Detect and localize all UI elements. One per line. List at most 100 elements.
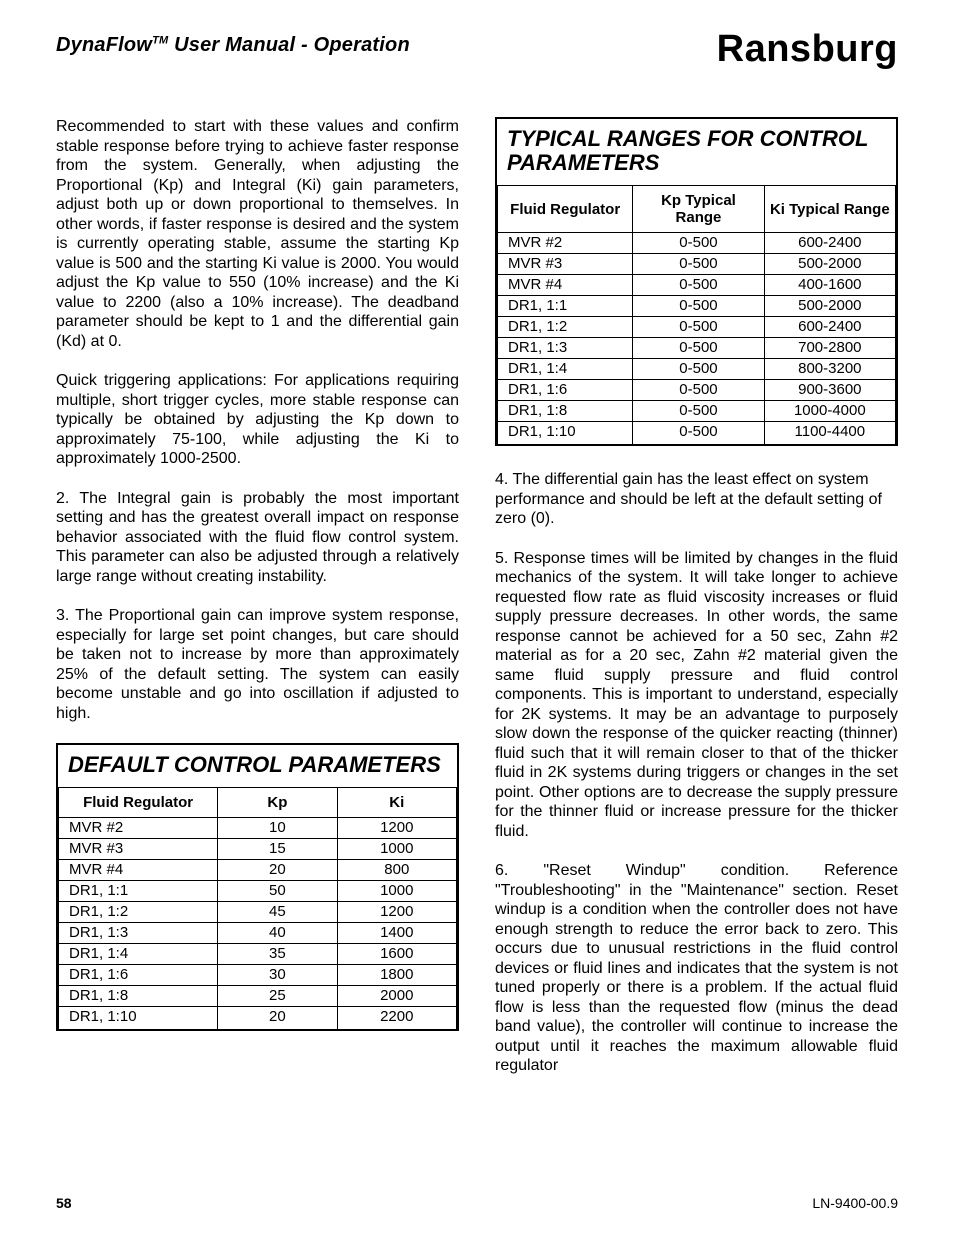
table-cell: 0-500 [633, 380, 764, 401]
page-footer: 58 LN-9400-00.9 [56, 1195, 898, 1211]
paragraph: 3. The Proportional gain can improve sys… [56, 606, 459, 723]
table-cell: 2200 [337, 1007, 456, 1030]
table-row: DR1, 1:80-5001000-4000 [498, 401, 896, 422]
table-cell: DR1, 1:8 [59, 986, 218, 1007]
table-cell: DR1, 1:3 [59, 923, 218, 944]
table-cell: 1600 [337, 944, 456, 965]
table-cell: 800-3200 [764, 359, 895, 380]
table-cell: 0-500 [633, 359, 764, 380]
table-cell: 700-2800 [764, 338, 895, 359]
header-subtitle-text: User Manual - Operation [174, 34, 410, 56]
table-cell: MVR #3 [498, 254, 633, 275]
table-cell: 25 [218, 986, 337, 1007]
table-row: DR1, 1:8252000 [59, 986, 457, 1007]
table-cell: 2000 [337, 986, 456, 1007]
table-cell: 0-500 [633, 338, 764, 359]
table-row: MVR #2101200 [59, 818, 457, 839]
table-cell: DR1, 1:2 [498, 317, 633, 338]
table-cell: 10 [218, 818, 337, 839]
paragraph: Quick triggering applications: For appli… [56, 371, 459, 469]
table-cell: DR1, 1:1 [498, 296, 633, 317]
table-cell: 1000 [337, 839, 456, 860]
paragraph: Recommended to start with these values a… [56, 117, 459, 351]
table-title: TYPICAL RANGES FOR CONTROL PARAMETERS [497, 119, 896, 185]
table-row: DR1, 1:1501000 [59, 881, 457, 902]
table-cell: 45 [218, 902, 337, 923]
paragraph: 6. "Reset Windup" condition. Reference "… [495, 861, 898, 1076]
table-cell: 20 [218, 860, 337, 881]
table-row: DR1, 1:30-500700-2800 [498, 338, 896, 359]
table-cell: DR1, 1:3 [498, 338, 633, 359]
table-cell: 500-2000 [764, 254, 895, 275]
table-cell: 20 [218, 1007, 337, 1030]
table-row: MVR #30-500500-2000 [498, 254, 896, 275]
table-cell: 15 [218, 839, 337, 860]
table-cell: MVR #3 [59, 839, 218, 860]
table-title: DEFAULT CONTROL PARAMETERS [58, 745, 457, 787]
default-control-table: DEFAULT CONTROL PARAMETERS Fluid Regulat… [56, 743, 459, 1031]
trademark: TM [152, 34, 168, 46]
table-cell: 35 [218, 944, 337, 965]
typical-ranges-data: Fluid Regulator Kp Typical Range Ki Typi… [497, 185, 896, 444]
table-cell: 1000 [337, 881, 456, 902]
table-row: MVR #3151000 [59, 839, 457, 860]
col-header: Ki [337, 788, 456, 818]
col-header: Fluid Regulator [498, 186, 633, 233]
table-cell: 40 [218, 923, 337, 944]
brand-logo: Ransburg [717, 28, 898, 71]
table-row: DR1, 1:60-500900-3600 [498, 380, 896, 401]
table-row: DR1, 1:20-500600-2400 [498, 317, 896, 338]
paragraph: 5. Response times will be limited by cha… [495, 549, 898, 842]
table-cell: 1000-4000 [764, 401, 895, 422]
col-header: Kp [218, 788, 337, 818]
table-row: DR1, 1:6301800 [59, 965, 457, 986]
col-header: Ki Typical Range [764, 186, 895, 233]
table-cell: 600-2400 [764, 317, 895, 338]
table-cell: 1800 [337, 965, 456, 986]
table-row: DR1, 1:100-5001100-4400 [498, 422, 896, 445]
table-cell: 0-500 [633, 254, 764, 275]
default-control-data: Fluid Regulator Kp Ki MVR #2101200MVR #3… [58, 787, 457, 1029]
table-cell: DR1, 1:10 [498, 422, 633, 445]
table-row: DR1, 1:2451200 [59, 902, 457, 923]
table-cell: MVR #2 [59, 818, 218, 839]
typical-ranges-table: TYPICAL RANGES FOR CONTROL PARAMETERS Fl… [495, 117, 898, 446]
content-columns: Recommended to start with these values a… [56, 117, 898, 1076]
table-row: DR1, 1:10202200 [59, 1007, 457, 1030]
table-cell: 50 [218, 881, 337, 902]
table-cell: DR1, 1:8 [498, 401, 633, 422]
col-header: Fluid Regulator [59, 788, 218, 818]
page-header: DynaFlowTM User Manual - Operation Ransb… [56, 34, 898, 71]
table-cell: 0-500 [633, 422, 764, 445]
table-cell: 1200 [337, 902, 456, 923]
table-cell: 1200 [337, 818, 456, 839]
table-cell: DR1, 1:4 [59, 944, 218, 965]
table-cell: 500-2000 [764, 296, 895, 317]
table-cell: 1400 [337, 923, 456, 944]
table-row: DR1, 1:4351600 [59, 944, 457, 965]
table-row: DR1, 1:10-500500-2000 [498, 296, 896, 317]
header-title: DynaFlowTM User Manual - Operation [56, 34, 410, 57]
table-cell: DR1, 1:1 [59, 881, 218, 902]
table-cell: 0-500 [633, 401, 764, 422]
table-cell: 0-500 [633, 317, 764, 338]
table-cell: 30 [218, 965, 337, 986]
table-row: MVR #20-500600-2400 [498, 233, 896, 254]
table-cell: DR1, 1:4 [498, 359, 633, 380]
table-row: DR1, 1:40-500800-3200 [498, 359, 896, 380]
right-column: TYPICAL RANGES FOR CONTROL PARAMETERS Fl… [495, 117, 898, 1076]
table-row: MVR #420800 [59, 860, 457, 881]
table-cell: 0-500 [633, 275, 764, 296]
table-row: DR1, 1:3401400 [59, 923, 457, 944]
left-column: Recommended to start with these values a… [56, 117, 459, 1076]
table-cell: 900-3600 [764, 380, 895, 401]
table-cell: 0-500 [633, 296, 764, 317]
table-cell: 600-2400 [764, 233, 895, 254]
table-cell: DR1, 1:2 [59, 902, 218, 923]
paragraph: 4. The differential gain has the least e… [495, 470, 898, 529]
table-cell: 1100-4400 [764, 422, 895, 445]
page-number: 58 [56, 1195, 72, 1211]
table-cell: MVR #4 [498, 275, 633, 296]
table-cell: DR1, 1:10 [59, 1007, 218, 1030]
product-name: DynaFlow [56, 34, 152, 56]
